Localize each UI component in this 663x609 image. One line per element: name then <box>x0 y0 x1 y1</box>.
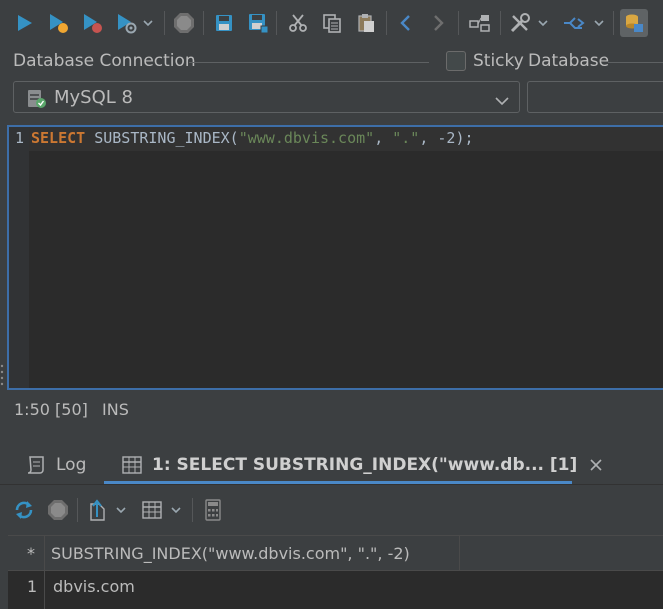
tools-icon[interactable] <box>506 9 534 37</box>
chevron-down-icon[interactable] <box>495 91 509 110</box>
log-icon <box>26 455 48 475</box>
save-as-icon[interactable] <box>244 9 272 37</box>
resize-grip-icon[interactable] <box>0 362 4 386</box>
sql-commander-icon[interactable] <box>620 9 648 37</box>
sql-string-arg2: "." <box>392 129 420 147</box>
database-label: Database <box>528 51 610 71</box>
run-icon[interactable] <box>10 9 38 37</box>
query-builder-icon[interactable] <box>466 9 494 37</box>
grid-icon <box>122 456 142 474</box>
tab-log[interactable]: Log <box>26 446 86 484</box>
sql-string-arg1: "www.dbvis.com" <box>238 129 375 147</box>
editor-gutter: 1 <box>9 127 29 388</box>
refresh-icon[interactable] <box>10 496 38 524</box>
database-select[interactable] <box>527 81 663 113</box>
sql-keyword: SELECT <box>31 129 86 147</box>
column-header[interactable]: SUBSTRING_INDEX("www.dbvis.com", ".", -2… <box>51 544 410 563</box>
run-explain-icon[interactable] <box>112 9 140 37</box>
export-dropdown-chevron-icon[interactable] <box>110 496 132 524</box>
connection-select[interactable]: MySQL 8 <box>13 81 520 113</box>
sql-function: SUBSTRING_INDEX( <box>85 129 239 147</box>
forward-icon[interactable] <box>424 9 452 37</box>
grid-view-icon[interactable] <box>138 496 166 524</box>
sql-editor[interactable]: 1 SELECT SUBSTRING_INDEX("www.dbvis.com"… <box>7 125 663 390</box>
back-icon[interactable] <box>392 9 420 37</box>
sql-separator: , <box>374 129 393 147</box>
paste-icon[interactable] <box>352 9 380 37</box>
calculator-icon[interactable] <box>199 496 227 524</box>
connection-select-value: MySQL 8 <box>54 87 133 108</box>
run-to-cursor-icon[interactable] <box>78 9 106 37</box>
run-dropdown-chevron-icon[interactable] <box>137 9 159 37</box>
export-icon[interactable] <box>84 496 112 524</box>
connection-divider <box>189 62 429 63</box>
cell-value[interactable]: dbvis.com <box>53 577 135 596</box>
insert-mode: INS <box>102 400 129 419</box>
line-number: 1 <box>15 129 25 147</box>
grid-header: * SUBSTRING_INDEX("www.dbvis.com", ".", … <box>8 535 663 571</box>
save-icon[interactable] <box>210 9 238 37</box>
mysql-database-icon <box>26 88 48 114</box>
grid-header-marker: * <box>27 544 35 563</box>
sql-code-line[interactable]: SELECT SUBSTRING_INDEX("www.dbvis.com" , … <box>31 129 474 147</box>
sticky-checkbox[interactable] <box>446 51 466 71</box>
row-number: 1 <box>27 577 38 596</box>
close-icon[interactable] <box>589 458 603 472</box>
copy-icon[interactable] <box>318 9 346 37</box>
tab-divider <box>0 484 663 485</box>
tools-dropdown-chevron-icon[interactable] <box>532 9 554 37</box>
view-dropdown-chevron-icon[interactable] <box>165 496 187 524</box>
main-toolbar <box>0 0 663 46</box>
commit-dropdown-chevron-icon[interactable] <box>588 9 610 37</box>
tab-result-1[interactable]: 1: SELECT SUBSTRING_INDEX("www.db... [1] <box>122 446 603 484</box>
result-grid[interactable]: * SUBSTRING_INDEX("www.dbvis.com", ".", … <box>8 535 663 609</box>
auto-commit-icon[interactable] <box>560 9 588 37</box>
cut-icon[interactable] <box>284 9 312 37</box>
stop-icon[interactable] <box>170 9 198 37</box>
sticky-label[interactable]: Sticky <box>473 51 524 71</box>
cursor-position: 1:50 [50] <box>14 400 88 419</box>
run-current-icon[interactable] <box>44 9 72 37</box>
tab-log-label: Log <box>56 455 87 475</box>
sql-rest: , -2); <box>419 129 474 147</box>
database-connection-label: Database Connection <box>13 51 196 71</box>
tab-result-label: 1: SELECT SUBSTRING_INDEX("www.db... [1] <box>152 455 578 475</box>
database-divider <box>608 62 663 63</box>
stop-result-icon[interactable] <box>44 496 72 524</box>
